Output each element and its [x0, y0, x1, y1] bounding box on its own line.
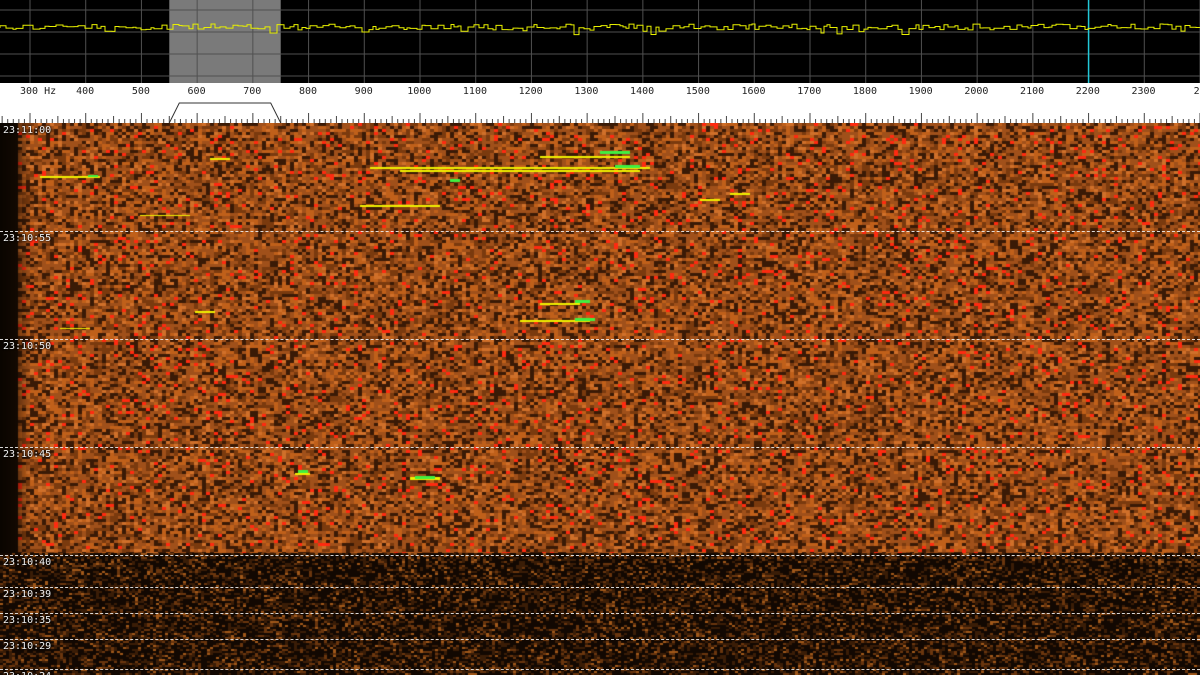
- frequency-label: 400: [76, 86, 95, 97]
- frequency-label: 1300: [574, 86, 599, 97]
- time-divider: [0, 587, 1200, 588]
- time-divider: [0, 447, 1200, 448]
- waterfall-display[interactable]: 23:11:00 23:10:55 23:10:50 23:10:45 23:10:40…: [0, 123, 1200, 675]
- time-divider: [0, 339, 1200, 340]
- frequency-label: 2300: [1131, 86, 1156, 97]
- passband-highlight[interactable]: [169, 0, 281, 83]
- frequency-label: 1200: [518, 86, 543, 97]
- frequency-label: 1700: [797, 86, 822, 97]
- timestamp-label: 23:10:45: [3, 449, 52, 460]
- frequency-label: 1500: [685, 86, 710, 97]
- time-divider: [0, 555, 1200, 556]
- timestamp-label: 23:10:29: [3, 641, 52, 652]
- frequency-label: 800: [298, 86, 318, 97]
- spectrum-graph: [0, 0, 1200, 83]
- frequency-label: 2000: [964, 86, 989, 97]
- frequency-label: 1000: [407, 86, 432, 97]
- timestamp-label: 23:11:00: [3, 125, 52, 136]
- timestamp-label: 23:10:50: [3, 341, 52, 352]
- frequency-label: 500: [131, 86, 150, 97]
- timestamp-label: 23:10:35: [3, 615, 52, 626]
- frequency-label: 700: [243, 86, 262, 97]
- time-divider: [0, 639, 1200, 640]
- frequency-label: 2200: [1075, 86, 1100, 97]
- time-divider: [0, 231, 1200, 232]
- frequency-label: 1800: [852, 86, 877, 97]
- frequency-label: 1600: [741, 86, 766, 97]
- spectrum-display[interactable]: [0, 0, 1200, 83]
- frequency-label: 24: [1193, 86, 1200, 97]
- frequency-label: 1100: [462, 86, 487, 97]
- frequency-label: 2100: [1020, 86, 1045, 97]
- frequency-label: 1400: [630, 86, 655, 97]
- timestamp-label: 23:10:55: [3, 233, 52, 244]
- frequency-scale[interactable]: 300 Hz 400 500 600 700 800 900 1000 1100 1200 1300…: [0, 83, 1200, 124]
- time-divider: [0, 669, 1200, 670]
- timestamp-label: 23:10:39: [3, 589, 52, 600]
- frequency-label: 600: [187, 86, 206, 97]
- frequency-label: 900: [354, 86, 373, 97]
- frequency-label: 1900: [908, 86, 933, 97]
- waterfall-canvas: [0, 123, 1200, 675]
- time-divider: [0, 613, 1200, 614]
- timestamp-label: 23:10:40: [3, 557, 52, 568]
- timestamp-label: 23:10:24: [3, 671, 51, 675]
- frequency-label: 300 Hz: [20, 86, 57, 97]
